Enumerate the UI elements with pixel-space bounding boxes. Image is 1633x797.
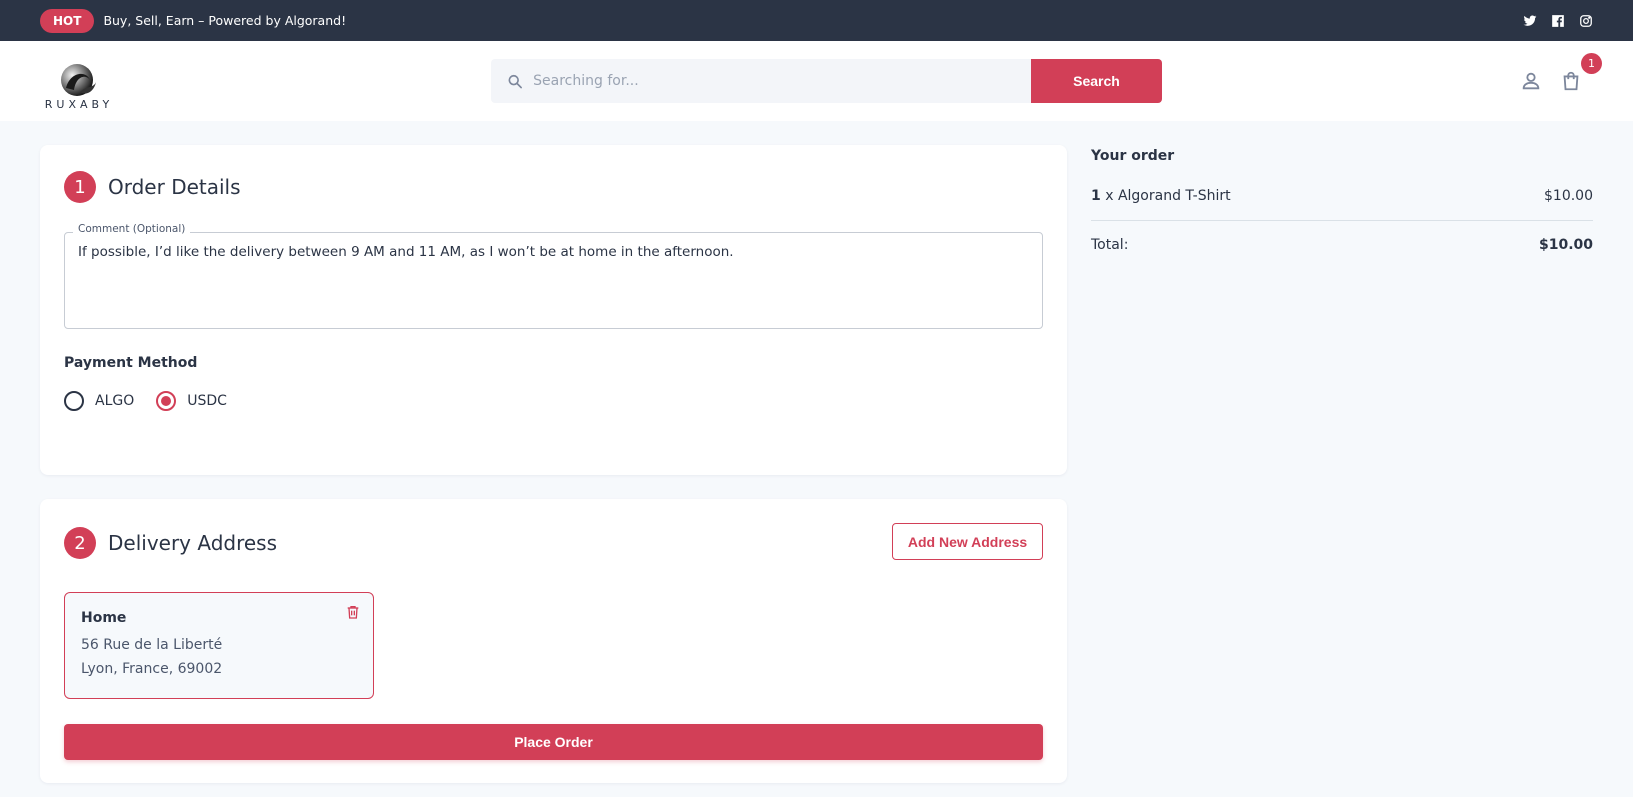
payment-method-label: Payment Method bbox=[64, 355, 198, 371]
instagram-icon[interactable] bbox=[1579, 14, 1593, 28]
section-title: Order Details bbox=[108, 175, 241, 199]
comment-textarea[interactable]: If possible, I’d like the delivery betwe… bbox=[64, 232, 1043, 329]
item-name: x Algorand T-Shirt bbox=[1105, 188, 1231, 204]
header: RUXABY Search 1 bbox=[0, 41, 1633, 121]
summary-title: Your order bbox=[1091, 148, 1175, 164]
hot-badge: HOT bbox=[40, 8, 95, 33]
shopping-bag-icon[interactable] bbox=[1560, 70, 1582, 92]
step-number: 1 bbox=[64, 171, 96, 203]
radio-usdc-label[interactable]: USDC bbox=[187, 393, 227, 409]
twitter-icon[interactable] bbox=[1523, 14, 1537, 28]
total-label: Total: bbox=[1091, 237, 1129, 253]
address-line-2: Lyon, France, 69002 bbox=[81, 661, 223, 677]
radio-algo[interactable] bbox=[64, 391, 84, 411]
total-value: $10.00 bbox=[1538, 237, 1593, 253]
order-summary: Your order 1 x Algorand T-Shirt $10.00 T… bbox=[1091, 145, 1593, 253]
address-line-1: 56 Rue de la Liberté bbox=[81, 637, 223, 653]
address-name: Home bbox=[81, 610, 127, 626]
user-icon[interactable] bbox=[1520, 70, 1542, 92]
add-new-address-button[interactable]: Add New Address bbox=[892, 523, 1043, 560]
search-bar: Search bbox=[491, 59, 1162, 103]
payment-method-group: ALGO USDC bbox=[64, 391, 249, 411]
radio-usdc[interactable] bbox=[156, 391, 177, 411]
facebook-icon[interactable] bbox=[1551, 14, 1565, 28]
address-card-home[interactable]: Home 56 Rue de la Liberté Lyon, France, … bbox=[64, 592, 374, 699]
item-price: $10.00 bbox=[1544, 188, 1593, 204]
cart-count-badge: 1 bbox=[1581, 53, 1602, 74]
place-order-button[interactable]: Place Order bbox=[64, 724, 1043, 760]
radio-algo-label[interactable]: ALGO bbox=[95, 393, 134, 409]
item-quantity: 1 bbox=[1091, 188, 1101, 204]
comment-label: Comment (Optional) bbox=[73, 223, 191, 235]
summary-item-row: 1 x Algorand T-Shirt $10.00 bbox=[1091, 188, 1593, 221]
search-button[interactable]: Search bbox=[1031, 59, 1162, 103]
logo-mark-icon bbox=[61, 64, 96, 96]
search-icon bbox=[508, 74, 522, 88]
top-bar: HOT Buy, Sell, Earn – Powered by Algoran… bbox=[0, 0, 1633, 41]
section-title: Delivery Address bbox=[108, 531, 278, 555]
step-number: 2 bbox=[64, 527, 96, 559]
logo[interactable]: RUXABY bbox=[39, 62, 115, 111]
summary-total-row: Total: $10.00 bbox=[1091, 237, 1593, 253]
promo-text: Buy, Sell, Earn – Powered by Algorand! bbox=[103, 13, 347, 28]
delivery-address-card: 2 Delivery Address Add New Address Home … bbox=[40, 499, 1067, 783]
search-field bbox=[491, 59, 1031, 103]
logo-text: RUXABY bbox=[44, 98, 114, 111]
trash-icon[interactable] bbox=[345, 604, 361, 620]
order-details-card: 1 Order Details If possible, I’d like th… bbox=[40, 145, 1067, 475]
search-input[interactable] bbox=[533, 73, 1031, 89]
